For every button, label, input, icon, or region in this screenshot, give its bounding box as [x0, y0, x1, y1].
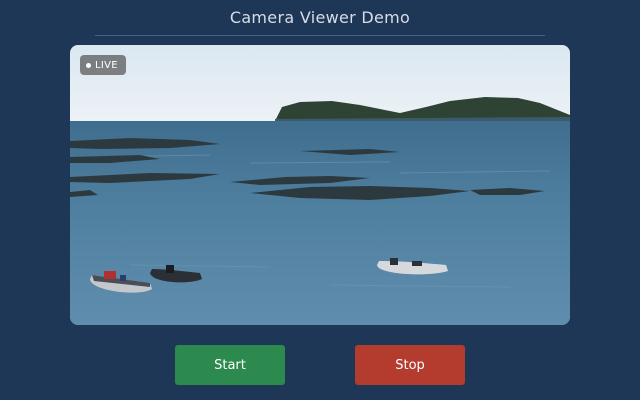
start-button[interactable]: Start: [175, 345, 285, 385]
live-badge-label: LIVE: [95, 59, 118, 71]
live-badge: LIVE: [80, 55, 126, 75]
live-dot-icon: [86, 62, 91, 68]
page-title: Camera Viewer Demo: [229, 8, 411, 27]
camera-viewer: LIVE: [70, 45, 570, 325]
camera-feed-image: [70, 45, 570, 325]
title-divider: [95, 35, 545, 36]
stop-button[interactable]: Stop: [355, 345, 465, 385]
